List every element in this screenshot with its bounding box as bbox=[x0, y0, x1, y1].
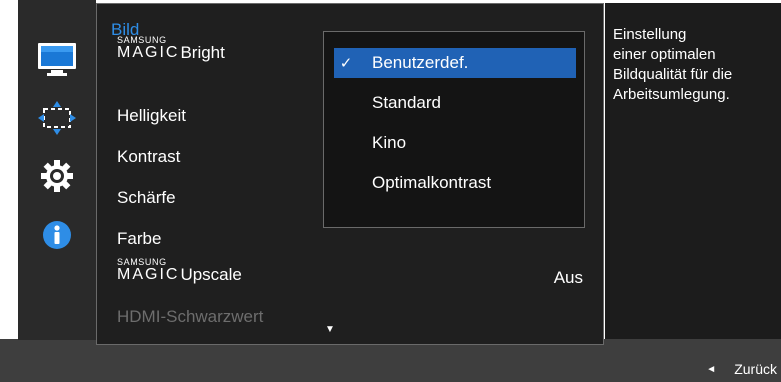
menu-item-hdmi-schwarzwert: HDMI-Schwarzwert bbox=[117, 307, 264, 326]
samsung-magic-logo: SAMSUNG MAGIC bbox=[117, 35, 180, 61]
option-kino[interactable]: Kino bbox=[334, 128, 576, 158]
help-panel: Einstellung einer optimalen Bildqualität… bbox=[605, 3, 781, 339]
option-label: Benutzerdef. bbox=[372, 53, 469, 72]
back-button[interactable]: ◄ Zurück bbox=[706, 361, 777, 377]
samsung-magic-logo: SAMSUNG MAGIC bbox=[117, 257, 180, 283]
menu-item-schaerfe[interactable]: Schärfe bbox=[117, 188, 176, 208]
help-text: Einstellung einer optimalen Bildqualität… bbox=[613, 26, 733, 103]
osd-screen: Bild SAMSUNG MAGIC Bright Helligkeit Kon… bbox=[0, 0, 781, 382]
menu-item-magic-upscale[interactable]: SAMSUNG MAGIC Upscale bbox=[117, 257, 242, 284]
back-label: Zurück bbox=[734, 361, 777, 377]
option-standard[interactable]: Standard bbox=[334, 88, 576, 118]
back-arrow-icon: ◄ bbox=[706, 363, 717, 375]
system-gear-icon[interactable] bbox=[37, 156, 77, 196]
option-benutzerdef[interactable]: ✓ Benutzerdef. bbox=[334, 48, 576, 78]
menu-item-helligkeit[interactable]: Helligkeit bbox=[117, 106, 186, 126]
menu-item-farbe[interactable]: Farbe bbox=[117, 229, 161, 249]
option-optimalkontrast[interactable]: Optimalkontrast bbox=[334, 168, 576, 198]
screen-position-icon[interactable] bbox=[37, 98, 77, 138]
category-sidebar bbox=[18, 0, 96, 340]
upscale-value: Aus bbox=[553, 268, 583, 287]
menu-item-magic-bright[interactable]: SAMSUNG MAGIC Bright bbox=[117, 35, 225, 62]
menu-item-label: Upscale bbox=[180, 265, 242, 284]
picture-menu: Bild SAMSUNG MAGIC Bright Helligkeit Kon… bbox=[96, 3, 604, 345]
magic-bright-options: ✓ Benutzerdef. Standard Kino Optimalkont… bbox=[323, 31, 585, 228]
option-label: Kino bbox=[372, 133, 407, 152]
option-label: Optimalkontrast bbox=[372, 173, 492, 192]
information-icon[interactable] bbox=[37, 215, 77, 255]
menu-item-label: Bright bbox=[180, 43, 225, 62]
option-label: Standard bbox=[372, 93, 441, 112]
checkmark-icon: ✓ bbox=[339, 55, 353, 72]
scroll-down-icon[interactable]: ▼ bbox=[325, 324, 335, 335]
menu-item-kontrast[interactable]: Kontrast bbox=[117, 147, 180, 167]
bottom-bar bbox=[0, 339, 781, 382]
picture-monitor-icon[interactable] bbox=[37, 40, 77, 80]
